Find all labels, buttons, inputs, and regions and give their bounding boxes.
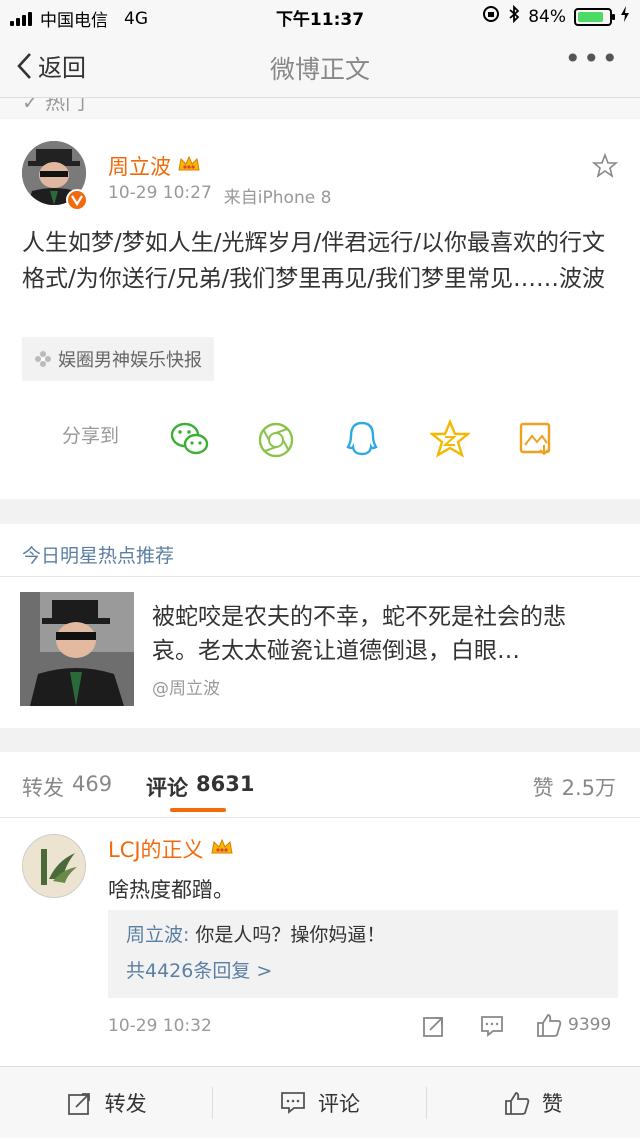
flower-icon bbox=[35, 351, 51, 367]
more-options-button[interactable]: ••• bbox=[564, 42, 620, 75]
tab-repost-count: 469 bbox=[72, 772, 113, 796]
comment-reply-icon[interactable] bbox=[480, 1014, 504, 1042]
thumbs-up-icon bbox=[537, 1014, 562, 1037]
weibo-post: 周立波 10-29 10:27 来自iPhone 8 人生如梦/梦如人生/光辉岁… bbox=[0, 119, 640, 499]
verified-badge-icon bbox=[66, 189, 88, 211]
tab-like-count: 2.5万 bbox=[561, 776, 616, 800]
author-name[interactable]: 周立波 bbox=[108, 151, 171, 181]
orientation-lock-icon bbox=[482, 5, 500, 28]
more-replies-link[interactable]: 共4426条回复 > bbox=[126, 956, 272, 983]
post-source: 来自iPhone 8 bbox=[223, 188, 332, 208]
post-timestamp: 10-29 10:27 bbox=[108, 183, 212, 203]
active-tab-indicator bbox=[170, 808, 226, 812]
qzone-share-icon[interactable] bbox=[428, 418, 472, 463]
battery-icon bbox=[574, 7, 615, 26]
topic-tag[interactable]: 娱圈男神娱乐快报 bbox=[22, 337, 214, 381]
share-label: 分享到 bbox=[62, 425, 120, 447]
tab-like[interactable]: 赞 2.5万 bbox=[533, 772, 616, 802]
post-text: 人生如梦/梦如人生/光辉岁月/伴君远行/以你最喜欢的行文格式/为你送行/兄弟/我… bbox=[22, 230, 605, 292]
interaction-tabs: 转发 469 评论 8631 赞 2.5万 bbox=[0, 752, 640, 818]
tab-like-label: 赞 bbox=[532, 776, 554, 800]
divider bbox=[0, 576, 640, 577]
comment-icon bbox=[281, 1091, 305, 1114]
topic-tag-label: 娱圈男神娱乐快报 bbox=[58, 350, 202, 371]
partial-filter-strip: ✓ 热门 bbox=[0, 98, 640, 118]
battery-percent: 84% bbox=[528, 6, 566, 27]
page-title: 微博正文 bbox=[269, 55, 370, 84]
comment-label: 评论 bbox=[317, 1091, 360, 1116]
tab-comment-label: 评论 bbox=[146, 776, 188, 800]
bottom-action-bar: 转发 评论 赞 bbox=[0, 1066, 640, 1138]
charging-icon bbox=[620, 5, 630, 28]
bluetooth-icon bbox=[508, 4, 520, 28]
comment-item: LCJ的正义 啥热度都蹭。 周立波: 你是人吗？操你妈逼！ 共4426条回复 >… bbox=[0, 818, 640, 1066]
repost-icon bbox=[67, 1092, 90, 1115]
moments-share-icon[interactable] bbox=[257, 421, 295, 463]
status-right: 84% bbox=[482, 4, 630, 28]
favorite-star-icon[interactable] bbox=[591, 152, 619, 183]
qq-share-icon[interactable] bbox=[344, 419, 380, 463]
recommendation-section-title: 今日明星热点推荐 bbox=[22, 545, 175, 567]
recommendation-handle[interactable]: @周立波 bbox=[152, 674, 220, 699]
thumbs-up-icon bbox=[504, 1091, 530, 1115]
hot-recommendation: 今日明星热点推荐 被蛇咬是农夫的不幸，蛇不死是社会的悲哀。老太太碰瓷让道德倒退，… bbox=[0, 524, 640, 728]
reply-preview[interactable]: 周立波: 你是人吗？操你妈逼！ 共4426条回复 > bbox=[108, 910, 618, 998]
tab-comment[interactable]: 评论 8631 bbox=[146, 772, 254, 802]
comment-text: 啥热度都蹭。 bbox=[108, 878, 234, 902]
reply-author[interactable]: 周立波: bbox=[126, 920, 189, 947]
share-row: 分享到 bbox=[62, 421, 119, 448]
reply-text: 你是人吗？操你妈逼！ bbox=[195, 924, 386, 946]
recommendation-text[interactable]: 被蛇咬是农夫的不幸，蛇不死是社会的悲哀。老太太碰瓷让道德倒退，白眼… bbox=[152, 600, 608, 668]
like-button[interactable]: 赞 bbox=[427, 1067, 640, 1138]
vip-crown-icon bbox=[210, 837, 234, 862]
tab-comment-count: 8631 bbox=[196, 772, 255, 796]
like-label: 赞 bbox=[541, 1091, 563, 1116]
status-bar: 中国电信 4G 下午11:37 84% bbox=[0, 0, 640, 34]
navigation-bar: 返回 微博正文 ••• bbox=[0, 34, 640, 98]
comment-timestamp: 10-29 10:32 bbox=[108, 1016, 212, 1036]
comment-like-count: 9399 bbox=[568, 1015, 612, 1035]
commenter-name[interactable]: LCJ的正义 bbox=[108, 834, 204, 864]
vip-crown-icon bbox=[177, 154, 201, 179]
partial-filter-text: ✓ 热门 bbox=[22, 98, 86, 114]
tab-repost[interactable]: 转发 469 bbox=[22, 772, 112, 802]
weibo-share-icon[interactable] bbox=[518, 421, 554, 461]
tab-repost-label: 转发 bbox=[22, 776, 64, 800]
commenter-avatar[interactable] bbox=[22, 834, 86, 898]
repost-label: 转发 bbox=[104, 1091, 147, 1116]
repost-button[interactable]: 转发 bbox=[0, 1067, 214, 1138]
comment-button[interactable]: 评论 bbox=[213, 1067, 427, 1138]
comment-repost-icon[interactable] bbox=[422, 1014, 446, 1042]
recommendation-thumbnail[interactable] bbox=[20, 592, 134, 706]
comment-like-button[interactable]: 9399 bbox=[536, 1012, 611, 1038]
wechat-share-icon[interactable] bbox=[170, 420, 210, 462]
